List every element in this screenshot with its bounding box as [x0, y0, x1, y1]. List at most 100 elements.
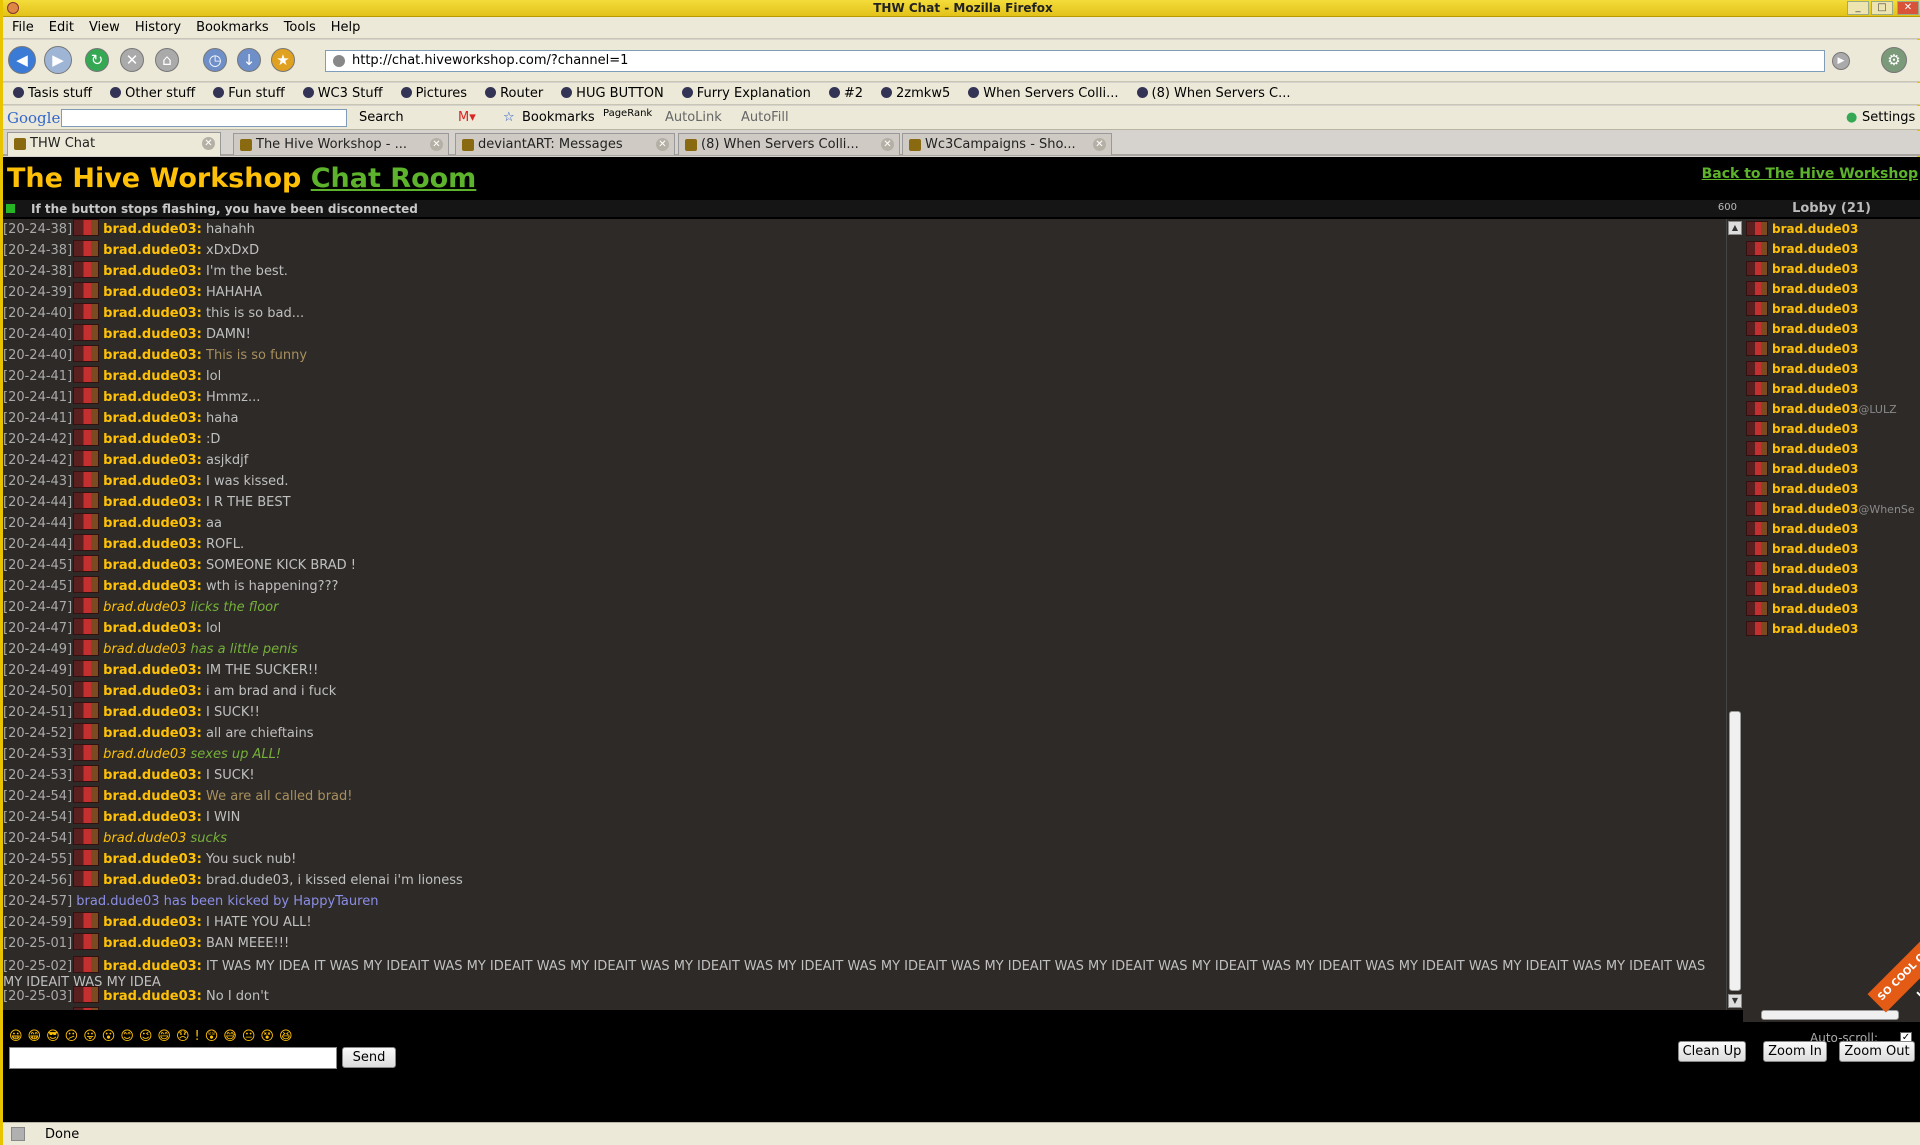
- message-nick[interactable]: brad.dude03:: [103, 264, 202, 279]
- message-nick[interactable]: brad.dude03:: [103, 768, 202, 783]
- browser-tab[interactable]: Wc3Campaigns - Sho... ✕: [902, 133, 1112, 155]
- lobby-user[interactable]: brad.dude03: [1743, 379, 1920, 399]
- user-avatar[interactable]: [73, 870, 100, 887]
- lobby-user[interactable]: brad.dude03: [1743, 599, 1920, 619]
- lobby-user[interactable]: brad.dude03@WhenSe: [1743, 499, 1920, 519]
- user-avatar[interactable]: [73, 849, 100, 866]
- user-avatar[interactable]: [73, 492, 100, 509]
- menu-file[interactable]: File: [3, 17, 40, 35]
- bookmark-item[interactable]: Tasis stuff: [3, 83, 100, 101]
- zoom-out-button[interactable]: Zoom Out: [1839, 1041, 1915, 1062]
- minimize-button[interactable]: _: [1847, 1, 1869, 15]
- smiley-bar[interactable]: 😀😁😎😕😛😮😊😉😄😞!😲😅😐😵😆: [9, 1029, 298, 1044]
- user-avatar[interactable]: [73, 956, 100, 973]
- extension-icon[interactable]: ⚙: [1881, 47, 1907, 73]
- user-avatar[interactable]: [73, 261, 100, 278]
- user-avatar[interactable]: [73, 639, 100, 656]
- lobby-user[interactable]: brad.dude03: [1743, 359, 1920, 379]
- lobby-user[interactable]: brad.dude03: [1743, 459, 1920, 479]
- user-avatar[interactable]: [73, 324, 100, 341]
- user-avatar[interactable]: [73, 933, 100, 950]
- send-button[interactable]: Send: [342, 1047, 396, 1068]
- user-avatar[interactable]: [73, 702, 100, 719]
- autolink-button[interactable]: AutoLink: [665, 110, 722, 125]
- user-avatar[interactable]: [73, 681, 100, 698]
- bookmark-item[interactable]: Router: [475, 83, 551, 101]
- maximize-button[interactable]: □: [1871, 1, 1893, 15]
- download-icon[interactable]: ↓: [237, 48, 261, 72]
- user-avatar[interactable]: [73, 408, 100, 425]
- browser-tab[interactable]: deviantART: Messages ✕: [455, 133, 675, 155]
- lobby-user[interactable]: brad.dude03: [1743, 439, 1920, 459]
- menu-view[interactable]: View: [80, 17, 126, 35]
- user-avatar[interactable]: [73, 513, 100, 530]
- message-nick[interactable]: brad.dude03:: [103, 621, 202, 636]
- user-avatar[interactable]: [73, 912, 100, 929]
- google-search-input[interactable]: [61, 109, 347, 127]
- user-avatar[interactable]: [73, 555, 100, 572]
- message-nick[interactable]: brad.dude03:: [103, 411, 202, 426]
- browser-tab[interactable]: The Hive Workshop - ... ✕: [233, 133, 449, 155]
- tab-close-icon[interactable]: ✕: [202, 137, 215, 150]
- user-avatar[interactable]: [73, 765, 100, 782]
- user-avatar[interactable]: [73, 660, 100, 677]
- connection-indicator[interactable]: [6, 204, 15, 213]
- menu-tools[interactable]: Tools: [275, 17, 322, 35]
- message-nick[interactable]: brad.dude03:: [103, 474, 202, 489]
- lobby-user[interactable]: brad.dude03: [1743, 239, 1920, 259]
- stop-icon[interactable]: ✕: [120, 48, 144, 72]
- message-nick[interactable]: brad.dude03:: [103, 579, 202, 594]
- user-avatar[interactable]: [73, 471, 100, 488]
- zoom-in-button[interactable]: Zoom In: [1763, 1041, 1827, 1062]
- message-nick[interactable]: brad.dude03:: [103, 936, 202, 951]
- browser-tab[interactable]: (8) When Servers Colli... ✕: [678, 133, 900, 155]
- message-nick[interactable]: brad.dude03:: [103, 432, 202, 447]
- message-nick[interactable]: brad.dude03:: [103, 306, 202, 321]
- user-avatar[interactable]: [73, 597, 100, 614]
- bookmark-item[interactable]: Pictures: [391, 83, 475, 101]
- pagerank-indicator[interactable]: PageRank: [603, 108, 652, 119]
- autofill-button[interactable]: AutoFill: [741, 110, 789, 125]
- message-nick[interactable]: brad.dude03:: [103, 726, 202, 741]
- bookmark-item[interactable]: 2zmkw5: [871, 83, 958, 101]
- user-avatar[interactable]: [73, 744, 100, 761]
- bookmark-star-icon[interactable]: ★: [271, 48, 295, 72]
- message-nick[interactable]: brad.dude03:: [103, 390, 202, 405]
- user-avatar[interactable]: [73, 429, 100, 446]
- clean-up-button[interactable]: Clean Up: [1678, 1041, 1746, 1062]
- menu-edit[interactable]: Edit: [40, 17, 80, 35]
- lobby-user[interactable]: brad.dude03: [1743, 279, 1920, 299]
- back-icon[interactable]: ◀: [8, 46, 36, 74]
- user-avatar[interactable]: [73, 345, 100, 362]
- user-avatar[interactable]: [73, 303, 100, 320]
- tab-close-icon[interactable]: ✕: [881, 138, 894, 151]
- scroll-up-button[interactable]: ▲: [1728, 221, 1742, 235]
- message-nick[interactable]: brad.dude03:: [103, 558, 202, 573]
- message-nick[interactable]: brad.dude03:: [103, 684, 202, 699]
- reload-icon[interactable]: ↻: [85, 48, 109, 72]
- user-avatar[interactable]: [73, 1007, 100, 1010]
- message-nick[interactable]: brad.dude03:: [103, 537, 202, 552]
- history-icon[interactable]: ◷: [203, 48, 227, 72]
- message-nick[interactable]: brad.dude03: [103, 747, 186, 762]
- user-avatar[interactable]: [73, 450, 100, 467]
- bookmark-item[interactable]: #2: [819, 83, 871, 101]
- message-nick[interactable]: brad.dude03: [103, 642, 186, 657]
- go-icon[interactable]: ▶: [1832, 52, 1850, 70]
- message-nick[interactable]: brad.dude03:: [103, 915, 202, 930]
- bookmark-item[interactable]: (8) When Servers C...: [1127, 83, 1299, 101]
- tab-close-icon[interactable]: ✕: [430, 138, 443, 151]
- user-avatar[interactable]: [73, 240, 100, 257]
- message-nick[interactable]: brad.dude03:: [103, 989, 202, 1004]
- message-nick[interactable]: brad.dude03:: [103, 705, 202, 720]
- bookmark-item[interactable]: Other stuff: [100, 83, 203, 101]
- menu-bookmarks[interactable]: Bookmarks: [187, 17, 275, 35]
- user-avatar[interactable]: [73, 618, 100, 635]
- message-nick[interactable]: brad.dude03:: [103, 663, 202, 678]
- user-avatar[interactable]: [73, 282, 100, 299]
- message-input[interactable]: [9, 1047, 337, 1069]
- lobby-user[interactable]: brad.dude03: [1743, 479, 1920, 499]
- user-avatar[interactable]: [73, 387, 100, 404]
- back-to-workshop-link[interactable]: Back to The Hive Workshop: [1702, 166, 1918, 182]
- forward-icon[interactable]: ▶: [44, 46, 72, 74]
